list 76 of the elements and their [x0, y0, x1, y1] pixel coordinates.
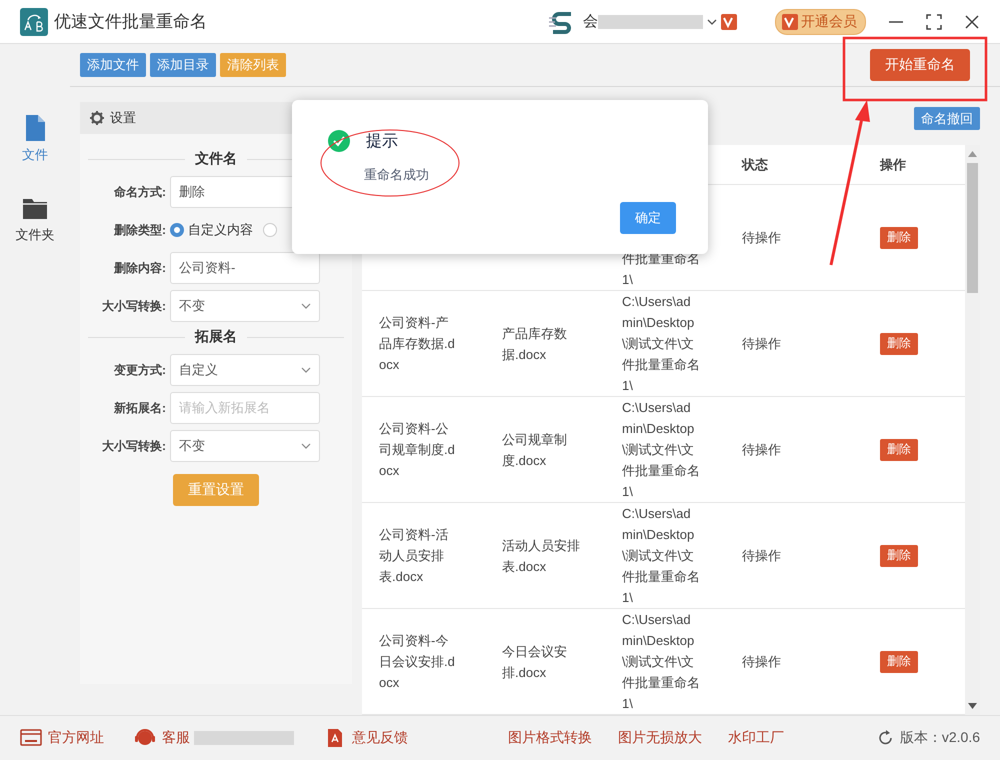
- dialog-title: 提示: [366, 132, 398, 152]
- panel-title: 设置: [110, 109, 136, 127]
- table-cell-text: 待操作: [741, 441, 782, 459]
- vip-button[interactable]: 开通会员: [775, 8, 866, 34]
- account-name[interactable]: 会: [583, 12, 598, 31]
- toolbar-button[interactable]: 添加文件: [80, 53, 146, 77]
- undo-button[interactable]: 命名撤回: [914, 107, 980, 130]
- radio-option[interactable]: 自定义内容: [170, 221, 253, 239]
- nav-tab[interactable]: 文件夹: [16, 194, 54, 244]
- refresh-icon[interactable]: [878, 730, 894, 746]
- footer-link[interactable]: 水印工厂: [728, 729, 784, 747]
- table-cell-text: C:\Users\ad min\Desktop \测试文件\文 件批量重命名 1\: [621, 399, 701, 501]
- vip-icon: [721, 14, 737, 30]
- chevron-down-icon: [301, 365, 311, 375]
- delete-button[interactable]: 删除: [880, 650, 918, 673]
- column-header: 状态: [740, 156, 769, 174]
- field-label: 变更方式:: [112, 362, 166, 378]
- footer-link[interactable]: 图片格式转换: [508, 729, 592, 747]
- footer-link[interactable]: 客服: [134, 728, 190, 748]
- dropdown[interactable]: 自定义: [170, 354, 320, 386]
- table-cell-text: 公司资料-今 日会议安排.d ocx: [378, 632, 456, 692]
- check-icon: [328, 130, 350, 152]
- field-label: 大小写转换:: [101, 438, 166, 454]
- footer-link[interactable]: 图片无损放大: [618, 729, 702, 747]
- close-icon[interactable]: [964, 14, 980, 30]
- dialog-message: 重命名成功: [364, 166, 430, 184]
- scroll-down-icon[interactable]: [968, 703, 977, 709]
- table-cell-text: 产品库存数 据.docx: [501, 324, 568, 364]
- table-cell-text: 今日会议安 排.docx: [501, 642, 568, 682]
- table-cell-text: 待操作: [741, 335, 782, 353]
- table-cell-text: 公司规章制 度.docx: [501, 430, 568, 470]
- field-label: 新拓展名:: [113, 400, 166, 416]
- settings-icon: [90, 111, 104, 125]
- headset-icon: [134, 728, 156, 748]
- table-cell-text: C:\Users\ad min\Desktop \测试文件\文 件批量重命名 1\: [621, 611, 701, 713]
- field-label: 命名方式:: [113, 184, 166, 200]
- chevron-down-icon: [301, 441, 311, 451]
- field-label: 删除内容:: [112, 260, 166, 276]
- column-header: 操作: [878, 156, 907, 174]
- nav-tab[interactable]: 文件: [22, 114, 48, 164]
- window-title: 优速文件批量重命名: [54, 11, 207, 33]
- table-cell-text: C:\Users\ad min\Desktop \测试文件\文 件批量重命名 1\: [621, 293, 701, 395]
- app-logo-icon: [20, 8, 48, 36]
- field-label: 删除类型:: [112, 222, 166, 238]
- maximize-icon[interactable]: [926, 14, 942, 30]
- table-cell-text: 待操作: [741, 653, 782, 671]
- vip-icon: [782, 14, 798, 30]
- reset-button[interactable]: 重置设置: [173, 474, 259, 506]
- dropdown[interactable]: 不变: [170, 290, 320, 322]
- dropdown[interactable]: 不变: [170, 430, 320, 462]
- caret-icon[interactable]: [707, 16, 717, 26]
- toolbar-button[interactable]: 添加目录: [150, 53, 216, 77]
- radio-button[interactable]: [263, 223, 277, 237]
- delete-button[interactable]: 删除: [880, 438, 918, 461]
- table-cell-text: 活动人员安排 表.docx: [501, 536, 581, 576]
- table-cell-text: C:\Users\ad min\Desktop \测试文件\文 件批量重命名 1\: [621, 505, 701, 607]
- scrollbar-thumb[interactable]: [967, 163, 978, 293]
- table-cell-text: 待操作: [741, 547, 782, 565]
- delete-button[interactable]: 删除: [880, 332, 918, 355]
- website-icon: [20, 728, 42, 748]
- footer-link[interactable]: 官方网址: [20, 728, 104, 748]
- table-cell-text: 待操作: [741, 229, 782, 247]
- table-cell-text: 公司资料-产 品库存数据.d ocx: [378, 314, 456, 374]
- footer-link[interactable]: 意见反馈: [324, 728, 408, 748]
- input-field[interactable]: 公司资料-: [170, 252, 320, 284]
- toolbar-button[interactable]: 清除列表: [220, 53, 286, 77]
- start-rename-button[interactable]: 开始重命名: [870, 49, 970, 81]
- field-label: 大小写转换:: [101, 298, 166, 314]
- table-cell-text: 公司资料-活 动人员安排 表.docx: [378, 526, 450, 586]
- table-cell-text: 公司资料-公 司规章制度.d ocx: [378, 420, 456, 480]
- version-label: 版本：v2.0.6: [900, 729, 980, 747]
- chevron-down-icon: [301, 301, 311, 311]
- ok-button[interactable]: 确定: [620, 202, 676, 234]
- delete-button[interactable]: 删除: [880, 544, 918, 567]
- delete-button[interactable]: 删除: [880, 226, 918, 249]
- section-title: 拓展名: [88, 328, 344, 346]
